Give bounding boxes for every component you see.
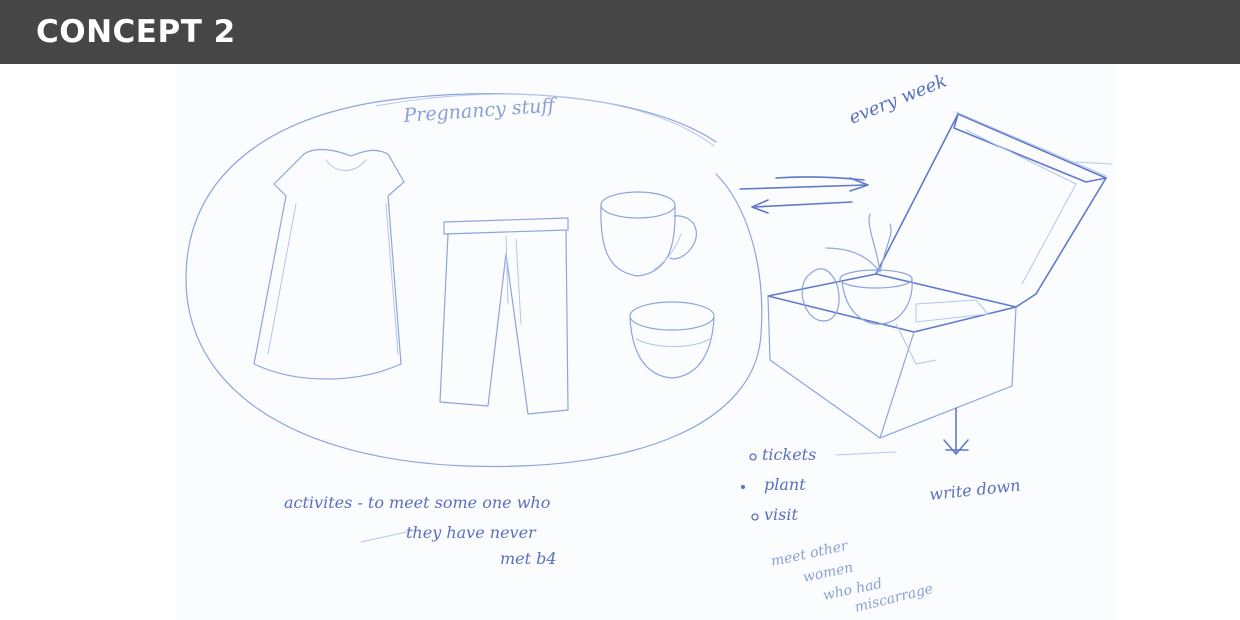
- box-item-2: plant: [764, 475, 806, 494]
- pencil-sketch: Pregnancy stuff every week tickets plant…: [176, 64, 1115, 620]
- activities-note-line-1: activites - to meet some one who: [284, 493, 550, 512]
- sketch-image: Pregnancy stuff every week tickets plant…: [176, 64, 1115, 620]
- activities-note-line-3: met b4: [500, 549, 557, 568]
- box-item-3: visit: [764, 505, 798, 524]
- box-item-1: tickets: [762, 445, 816, 464]
- header-bar: CONCEPT 2: [0, 0, 1240, 64]
- page-title: CONCEPT 2: [36, 14, 236, 50]
- activities-note-line-2: they have never: [406, 523, 537, 542]
